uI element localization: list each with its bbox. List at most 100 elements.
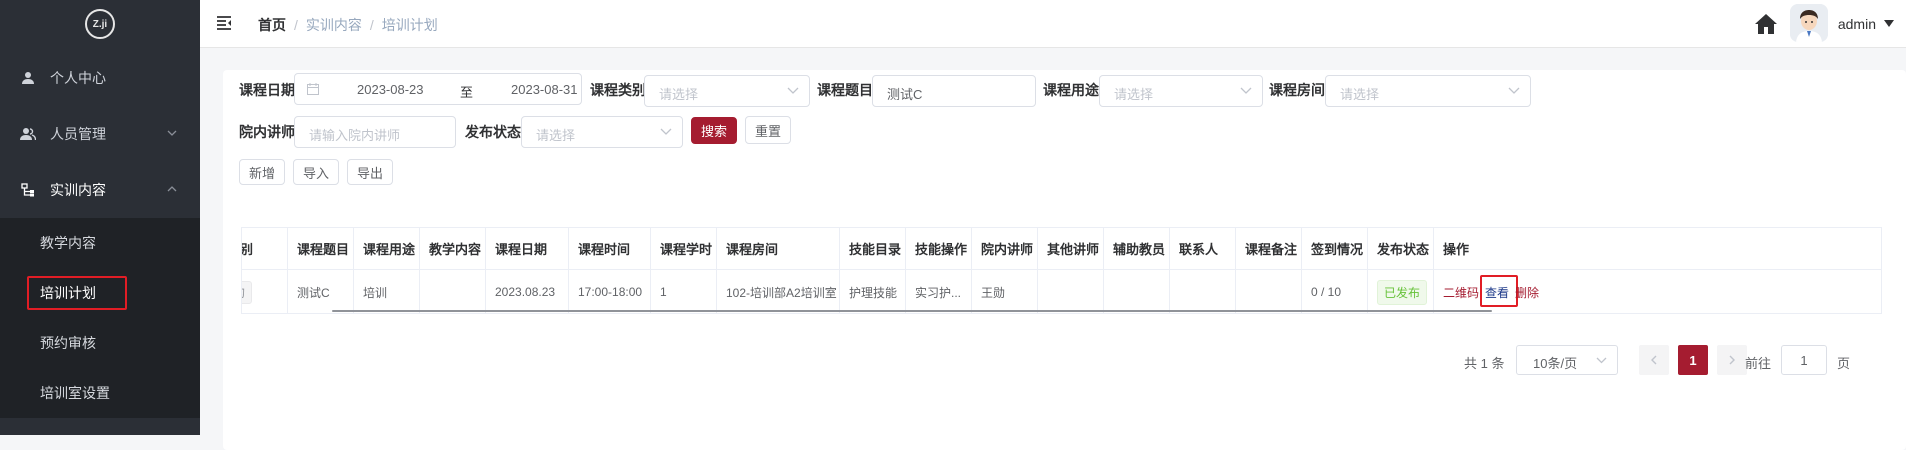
column-header: 课程房间 <box>717 228 840 269</box>
logo: Z.ji <box>0 0 200 48</box>
horizontal-scrollbar[interactable] <box>332 310 1492 312</box>
column-header: 课程备注 <box>1236 228 1302 269</box>
goto-page-input[interactable]: 1 <box>1781 345 1827 375</box>
table-cell-category: 的 <box>242 270 288 313</box>
course-room-label: 课程房间 <box>1269 82 1325 98</box>
table-row: 的 测试C 培训 2023.08.23 17:00-18:00 1 102-培训… <box>242 270 1881 313</box>
calendar-icon <box>307 83 319 95</box>
column-header: 发布状态 <box>1368 228 1434 269</box>
table-cell-other-lecturer <box>1038 270 1104 313</box>
breadcrumb-training-plan: 培训计划 <box>381 17 438 33</box>
input-value: 测试C <box>887 87 923 102</box>
highlight-box <box>1480 274 1519 307</box>
column-header: 其他讲师 <box>1038 228 1104 269</box>
import-button[interactable]: 导入 <box>293 159 339 185</box>
sidebar-item-training-room-settings[interactable]: 培训室设置 <box>0 368 200 418</box>
date-start[interactable]: 2023-08-23 <box>357 82 424 97</box>
publish-status-select[interactable]: 请选择 <box>521 116 683 148</box>
table-cell-actions: 二维码 查看 删除 <box>1434 270 1881 313</box>
breadcrumb: 首页 / 实训内容 / 培训计划 <box>258 15 438 35</box>
user-name[interactable]: admin <box>1838 16 1876 32</box>
course-title-input[interactable]: 测试C <box>872 75 1036 107</box>
placeholder: 请输入院内讲师 <box>309 128 401 143</box>
sidebar-item-label: 培训室设置 <box>40 385 110 401</box>
avatar[interactable] <box>1790 4 1828 42</box>
people-icon <box>20 126 36 142</box>
header: 首页 / 实训内容 / 培训计划 admin <box>200 0 1906 48</box>
placeholder: 请选择 <box>659 87 699 102</box>
sidebar-item-label: 人员管理 <box>50 126 106 142</box>
chevron-down-icon <box>660 128 672 135</box>
sidebar-item-label: 实训内容 <box>50 182 106 198</box>
table-cell-purpose: 培训 <box>354 270 420 313</box>
sidebar-item-training-content[interactable]: 实训内容 <box>0 162 200 218</box>
breadcrumb-separator: / <box>294 17 298 33</box>
page-size-select[interactable]: 10条/页 <box>1516 345 1618 375</box>
chevron-down-icon <box>1596 357 1607 364</box>
column-header: 课程日期 <box>486 228 569 269</box>
user-icon <box>20 70 36 86</box>
table-cell-time: 17:00-18:00 <box>569 270 651 313</box>
date-end[interactable]: 2023-08-31 <box>511 82 578 97</box>
chevron-down-icon <box>787 87 799 94</box>
breadcrumb-separator: / <box>369 17 374 33</box>
search-button[interactable]: 搜索 <box>691 117 737 144</box>
column-header: 辅助教员 <box>1104 228 1170 269</box>
caret-down-icon[interactable] <box>1884 20 1894 28</box>
lecturer-input[interactable]: 请输入院内讲师 <box>294 116 456 148</box>
prev-page-button[interactable] <box>1639 345 1669 375</box>
table-cell-room: 102-培训部A2培训室 <box>717 270 840 313</box>
column-header: 课程题目 <box>288 228 354 269</box>
chevron-down-icon <box>1240 87 1252 94</box>
course-date-range-picker[interactable]: 2023-08-23 至 2023-08-31 <box>294 73 582 105</box>
course-purpose-select[interactable]: 请选择 <box>1099 75 1263 107</box>
table-cell-lecturer: 王勋 <box>972 270 1038 313</box>
sidebar-item-personnel[interactable]: 人员管理 <box>0 106 200 162</box>
page-size-value: 10条/页 <box>1533 356 1578 371</box>
course-title-label: 课程题目 <box>817 82 873 98</box>
sidebar-item-teaching-content[interactable]: 教学内容 <box>0 218 200 268</box>
breadcrumb-home[interactable]: 首页 <box>258 17 286 33</box>
table-cell-hours: 1 <box>651 270 717 313</box>
sidebar-item-training-plan[interactable]: 培训计划 <box>0 268 200 318</box>
logo-icon: Z.ji <box>85 9 115 39</box>
delete-link[interactable]: 删除 <box>1515 284 1539 301</box>
sidebar-item-label: 预约审核 <box>40 335 96 351</box>
breadcrumb-training-content: 实训内容 <box>305 17 362 33</box>
home-icon[interactable] <box>1754 12 1778 36</box>
column-header: 课程学时 <box>651 228 717 269</box>
course-category-label: 课程类别 <box>590 82 646 98</box>
chevron-left-icon <box>1651 355 1657 365</box>
course-category-select[interactable]: 请选择 <box>644 75 810 107</box>
sidebar-item-label: 个人中心 <box>50 70 106 86</box>
reset-button[interactable]: 重置 <box>745 116 791 144</box>
page-1-button[interactable]: 1 <box>1678 345 1708 375</box>
training-plan-table: 别 课程题目 课程用途 教学内容 课程日期 课程时间 课程学时 课程房间 技能目… <box>241 227 1882 314</box>
column-header: 技能操作 <box>906 228 972 269</box>
lecturer-label: 院内讲师 <box>239 124 295 140</box>
table-cell-signin: 0 / 10 <box>1302 270 1368 313</box>
view-link[interactable]: 查看 <box>1480 274 1519 307</box>
column-header: 课程时间 <box>569 228 651 269</box>
chevron-right-icon <box>1729 355 1735 365</box>
add-button[interactable]: 新增 <box>239 159 285 185</box>
qrcode-link[interactable]: 二维码 <box>1443 284 1479 301</box>
menu-fold-icon[interactable] <box>216 15 232 31</box>
main-card: 课程日期 2023-08-23 至 2023-08-31 课程类别 请选择 课程… <box>223 70 1906 450</box>
submenu-training-content: 教学内容 培训计划 预约审核 培训室设置 <box>0 218 200 418</box>
course-room-select[interactable]: 请选择 <box>1325 75 1531 107</box>
placeholder: 请选择 <box>536 128 576 143</box>
next-page-button[interactable] <box>1717 345 1747 375</box>
export-button[interactable]: 导出 <box>347 159 393 185</box>
column-header: 操作 <box>1443 242 1470 257</box>
table-cell-skill-catalog: 护理技能 <box>840 270 906 313</box>
sidebar-item-personal-center[interactable]: 个人中心 <box>0 50 200 106</box>
column-header: 教学内容 <box>420 228 486 269</box>
sidebar-item-booking-review[interactable]: 预约审核 <box>0 318 200 368</box>
column-header: 课程用途 <box>354 228 420 269</box>
table-cell-status: 已发布 <box>1368 270 1434 313</box>
sidebar-item-label: 培训计划 <box>40 285 96 301</box>
chevron-up-icon <box>167 186 177 192</box>
table-header: 别 课程题目 课程用途 教学内容 课程日期 课程时间 课程学时 课程房间 技能目… <box>242 228 1881 270</box>
placeholder: 请选择 <box>1114 87 1154 102</box>
